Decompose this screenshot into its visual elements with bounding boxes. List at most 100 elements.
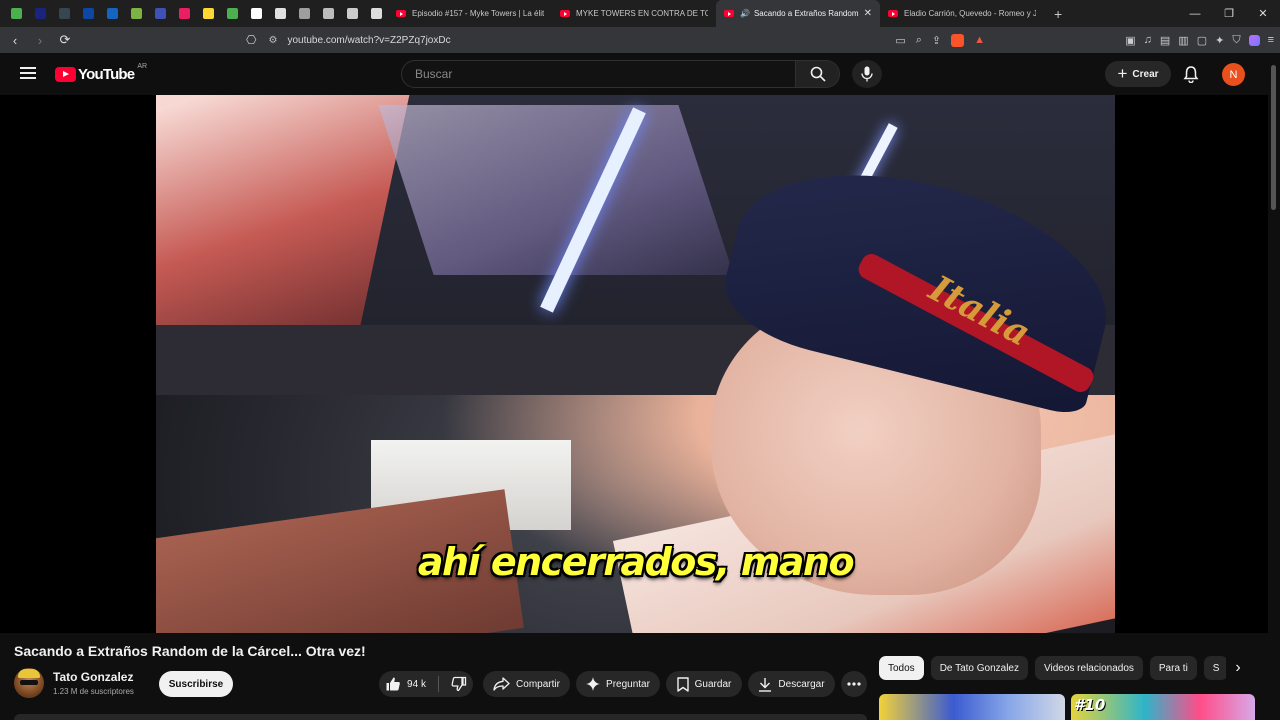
save-label: Guardar xyxy=(694,678,732,690)
pinned-tab[interactable] xyxy=(340,0,364,27)
reload-icon[interactable]: ⟳ xyxy=(55,32,75,48)
url-text[interactable]: youtube.com/watch?v=Z2PZq7joxDc xyxy=(287,35,450,46)
dislike-icon[interactable] xyxy=(451,676,467,692)
music-icon[interactable]: ♫ xyxy=(1144,34,1152,46)
pinned-tab-favicon-icon xyxy=(154,8,166,19)
logo-wordmark: YouTube xyxy=(78,66,135,83)
brave-shields-icon[interactable] xyxy=(951,33,965,47)
subscribe-button[interactable]: Suscribirse xyxy=(159,671,233,697)
sidebar-icon[interactable]: ▥ xyxy=(1178,34,1188,47)
pinned-tab[interactable] xyxy=(52,0,76,27)
notifications-bell-icon[interactable] xyxy=(1182,65,1200,83)
tab-title: MYKE TOWERS EN CONTRA DE TODO xyxy=(576,9,708,18)
video-title: Sacando a Extraños Random de la Cárcel..… xyxy=(14,643,366,659)
youtube-favicon-icon xyxy=(560,10,570,17)
reading-list-icon[interactable]: ▤ xyxy=(1160,34,1170,47)
pinned-tab[interactable] xyxy=(364,0,388,27)
youtube-play-icon xyxy=(55,67,76,82)
share-label: Compartir xyxy=(516,678,560,690)
tab-title: Sacando a Extraños Random xyxy=(753,9,859,18)
pinned-tab-favicon-icon xyxy=(226,8,238,19)
bookmark-icon[interactable]: ⎔ xyxy=(246,33,256,47)
chip-for-you[interactable]: Para ti xyxy=(1149,656,1197,680)
extension-gem-icon[interactable] xyxy=(1248,34,1260,46)
pinned-tab[interactable] xyxy=(316,0,340,27)
forward-icon[interactable]: › xyxy=(30,33,50,48)
youtube-favicon-icon xyxy=(724,10,734,17)
pinned-tab[interactable] xyxy=(292,0,316,27)
create-button[interactable]: + Crear xyxy=(1105,61,1171,87)
pinned-tab[interactable] xyxy=(100,0,124,27)
speaker-icon[interactable]: 🔊 xyxy=(740,9,750,18)
chip-from-channel[interactable]: De Tato Gonzalez xyxy=(930,656,1028,680)
more-actions-button[interactable] xyxy=(841,671,867,697)
scrollbar-thumb[interactable] xyxy=(1271,65,1276,210)
save-button[interactable]: Guardar xyxy=(666,671,742,697)
create-label: Crear xyxy=(1132,68,1159,80)
zoom-icon[interactable]: ⌕ xyxy=(916,34,922,47)
menu-icon[interactable]: ≡ xyxy=(1268,34,1274,46)
close-tab-icon[interactable]: ✕ xyxy=(864,8,872,19)
chip-related[interactable]: Videos relacionados xyxy=(1035,656,1143,680)
pinned-tab[interactable] xyxy=(244,0,268,27)
account-avatar[interactable]: N xyxy=(1222,63,1245,86)
close-window-icon[interactable]: ✕ xyxy=(1246,0,1280,27)
share-button[interactable]: Compartir xyxy=(483,671,570,697)
guide-menu-icon[interactable] xyxy=(20,67,36,79)
pinned-tabs xyxy=(0,0,388,27)
pinned-tab[interactable] xyxy=(148,0,172,27)
recommended-thumbnail[interactable] xyxy=(879,694,1065,720)
extensions-area: ▣ ♫ ▤ ▥ ▢ ✦ ⛉ ≡ xyxy=(1125,34,1274,47)
pinned-tab[interactable] xyxy=(196,0,220,27)
pinned-tab-favicon-icon xyxy=(370,8,382,19)
description-box[interactable] xyxy=(14,714,867,720)
pinned-tab-favicon-icon xyxy=(106,8,118,19)
browser-tab[interactable]: MYKE TOWERS EN CONTRA DE TODO xyxy=(552,0,716,27)
new-tab-button[interactable]: + xyxy=(1044,6,1072,22)
channel-name[interactable]: Tato Gonzalez xyxy=(53,670,133,684)
pinned-tab[interactable] xyxy=(28,0,52,27)
leo-ai-icon[interactable]: ✦ xyxy=(1215,34,1224,47)
pinned-tab[interactable] xyxy=(220,0,244,27)
extension-icon[interactable]: ▣ xyxy=(1125,34,1135,47)
address-bar[interactable]: ⎔ ⚙ youtube.com/watch?v=Z2PZq7joxDc ▭ ⌕ … xyxy=(240,29,995,51)
microphone-icon xyxy=(861,66,873,82)
like-count[interactable]: 94 k xyxy=(407,679,426,690)
site-info-icon[interactable]: ⚙ xyxy=(268,35,277,46)
share-icon xyxy=(493,677,510,691)
recommended-thumbnail[interactable]: #10 xyxy=(1071,694,1255,720)
like-icon[interactable] xyxy=(385,676,401,692)
download-button[interactable]: Descargar xyxy=(748,671,835,697)
channel-avatar[interactable] xyxy=(14,668,44,698)
wallet-icon[interactable]: ▢ xyxy=(1197,34,1207,47)
brave-rewards-icon[interactable]: ▲ xyxy=(974,34,985,46)
back-icon[interactable]: ‹ xyxy=(5,33,25,48)
chip-all[interactable]: Todos xyxy=(879,656,924,680)
youtube-favicon-icon xyxy=(888,10,898,17)
video-player[interactable]: Italia ahí encerrados, mano xyxy=(0,95,1268,633)
browser-tab[interactable]: Episodio #157 - Myke Towers | La élit xyxy=(388,0,552,27)
search-input[interactable] xyxy=(402,61,795,87)
vpn-icon[interactable]: ⛉ xyxy=(1232,34,1240,47)
pinned-tab[interactable] xyxy=(124,0,148,27)
restore-icon[interactable]: ❐ xyxy=(1212,0,1246,27)
ask-button[interactable]: Preguntar xyxy=(576,671,660,697)
page-scrollbar[interactable] xyxy=(1268,53,1280,720)
voice-search-button[interactable] xyxy=(852,60,882,88)
video-caption: ahí encerrados, mano xyxy=(417,540,855,584)
pinned-tab[interactable] xyxy=(268,0,292,27)
pinned-tab-favicon-icon xyxy=(178,8,190,19)
browser-tab[interactable]: Eladio Carrión, Quevedo - Romeo y J xyxy=(880,0,1044,27)
pinned-tab[interactable] xyxy=(4,0,28,27)
cast-icon[interactable]: ▭ xyxy=(895,34,905,47)
youtube-logo[interactable]: YouTube AR xyxy=(55,63,147,83)
pinned-tab[interactable] xyxy=(76,0,100,27)
download-label: Descargar xyxy=(778,678,825,690)
search-button[interactable] xyxy=(796,60,840,88)
browser-tab-active[interactable]: 🔊 Sacando a Extraños Random ✕ xyxy=(716,0,880,27)
chip-more[interactable]: S xyxy=(1203,656,1229,680)
chevron-right-icon[interactable]: › xyxy=(1226,656,1250,680)
share-page-icon[interactable]: ⇪ xyxy=(932,34,941,47)
pinned-tab[interactable] xyxy=(172,0,196,27)
minimize-icon[interactable]: — xyxy=(1178,0,1212,27)
